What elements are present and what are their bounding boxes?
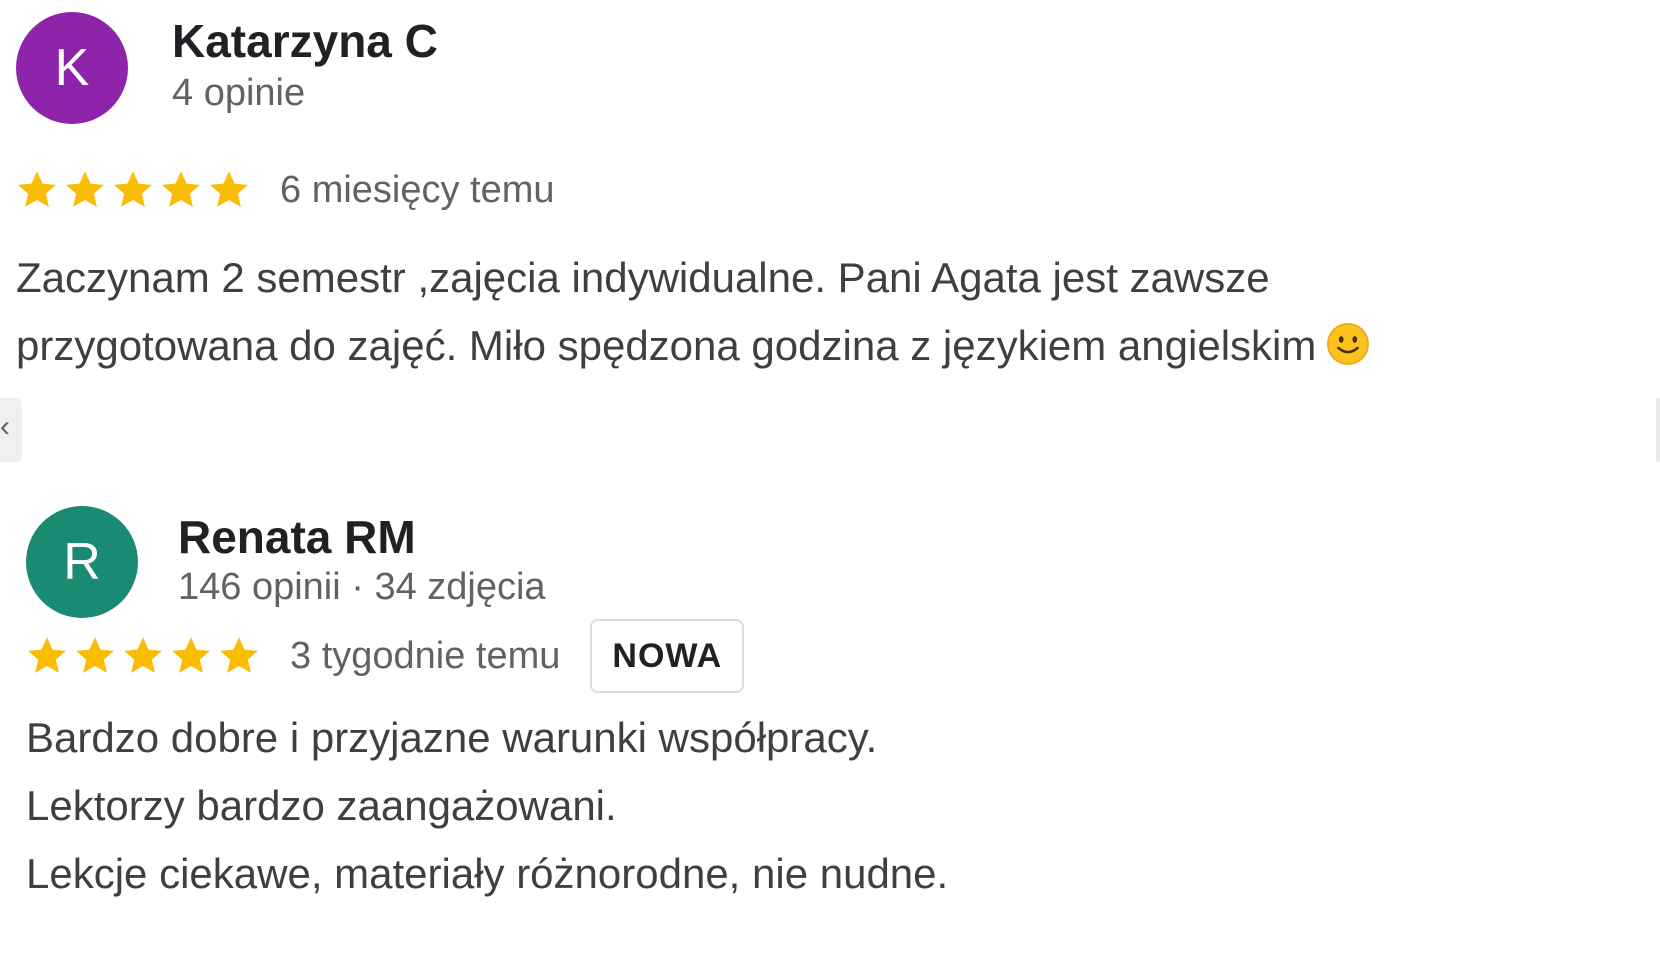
star-icon — [162, 171, 200, 207]
avatar-letter: K — [54, 39, 90, 97]
star-rating — [14, 167, 254, 213]
chevron-left-icon: ‹ — [0, 410, 10, 443]
avatar[interactable]: K — [16, 12, 128, 124]
next-card-edge[interactable] — [1656, 398, 1660, 462]
review-time: 6 miesięcy temu — [280, 168, 555, 211]
review-time: 3 tygodnie temu — [290, 634, 561, 677]
slightly-smiling-face-icon — [1327, 323, 1370, 365]
star-rating — [24, 633, 264, 679]
star-icon — [28, 637, 66, 673]
star-icon — [76, 637, 114, 673]
star-icon — [114, 171, 152, 207]
new-badge: NOWA — [590, 619, 745, 693]
review-text: Bardzo dobre i przyjazne warunki współpr… — [26, 704, 948, 908]
review-text-line-content: przygotowana do zajęć. Miło spędzona god… — [16, 322, 1317, 369]
reviewer-meta: 146 opinii · 34 zdjęcia — [178, 566, 546, 608]
star-icon — [210, 171, 248, 207]
review-text-line: Lektorzy bardzo zaangażowani. — [26, 782, 617, 829]
reviewer-meta: 4 opinie — [172, 72, 306, 114]
review-text-line: przygotowana do zajęć. Miło spędzona god… — [16, 312, 1370, 380]
previous-card-edge[interactable]: ‹ — [0, 398, 22, 462]
star-icon — [220, 637, 258, 673]
star-icon — [124, 637, 162, 673]
avatar-letter: R — [63, 533, 101, 591]
star-icon — [66, 171, 104, 207]
rating-row: 6 miesięcy temu — [14, 160, 555, 220]
star-icon — [18, 171, 56, 207]
rating-row: 3 tygodnie temu NOWA — [24, 618, 745, 694]
reviewer-name[interactable]: Katarzyna C — [172, 14, 438, 68]
review-text-line: Lekcje ciekawe, materiały różnorodne, ni… — [26, 850, 949, 897]
star-icon — [172, 637, 210, 673]
review-text: Zaczynam 2 semestr ,zajęcia indywidualne… — [16, 244, 1370, 380]
reviewer-name[interactable]: Renata RM — [178, 510, 416, 564]
review-text-line: Bardzo dobre i przyjazne warunki współpr… — [26, 714, 878, 761]
review-text-line: Zaczynam 2 semestr ,zajęcia indywidualne… — [16, 254, 1270, 301]
avatar[interactable]: R — [26, 506, 138, 618]
